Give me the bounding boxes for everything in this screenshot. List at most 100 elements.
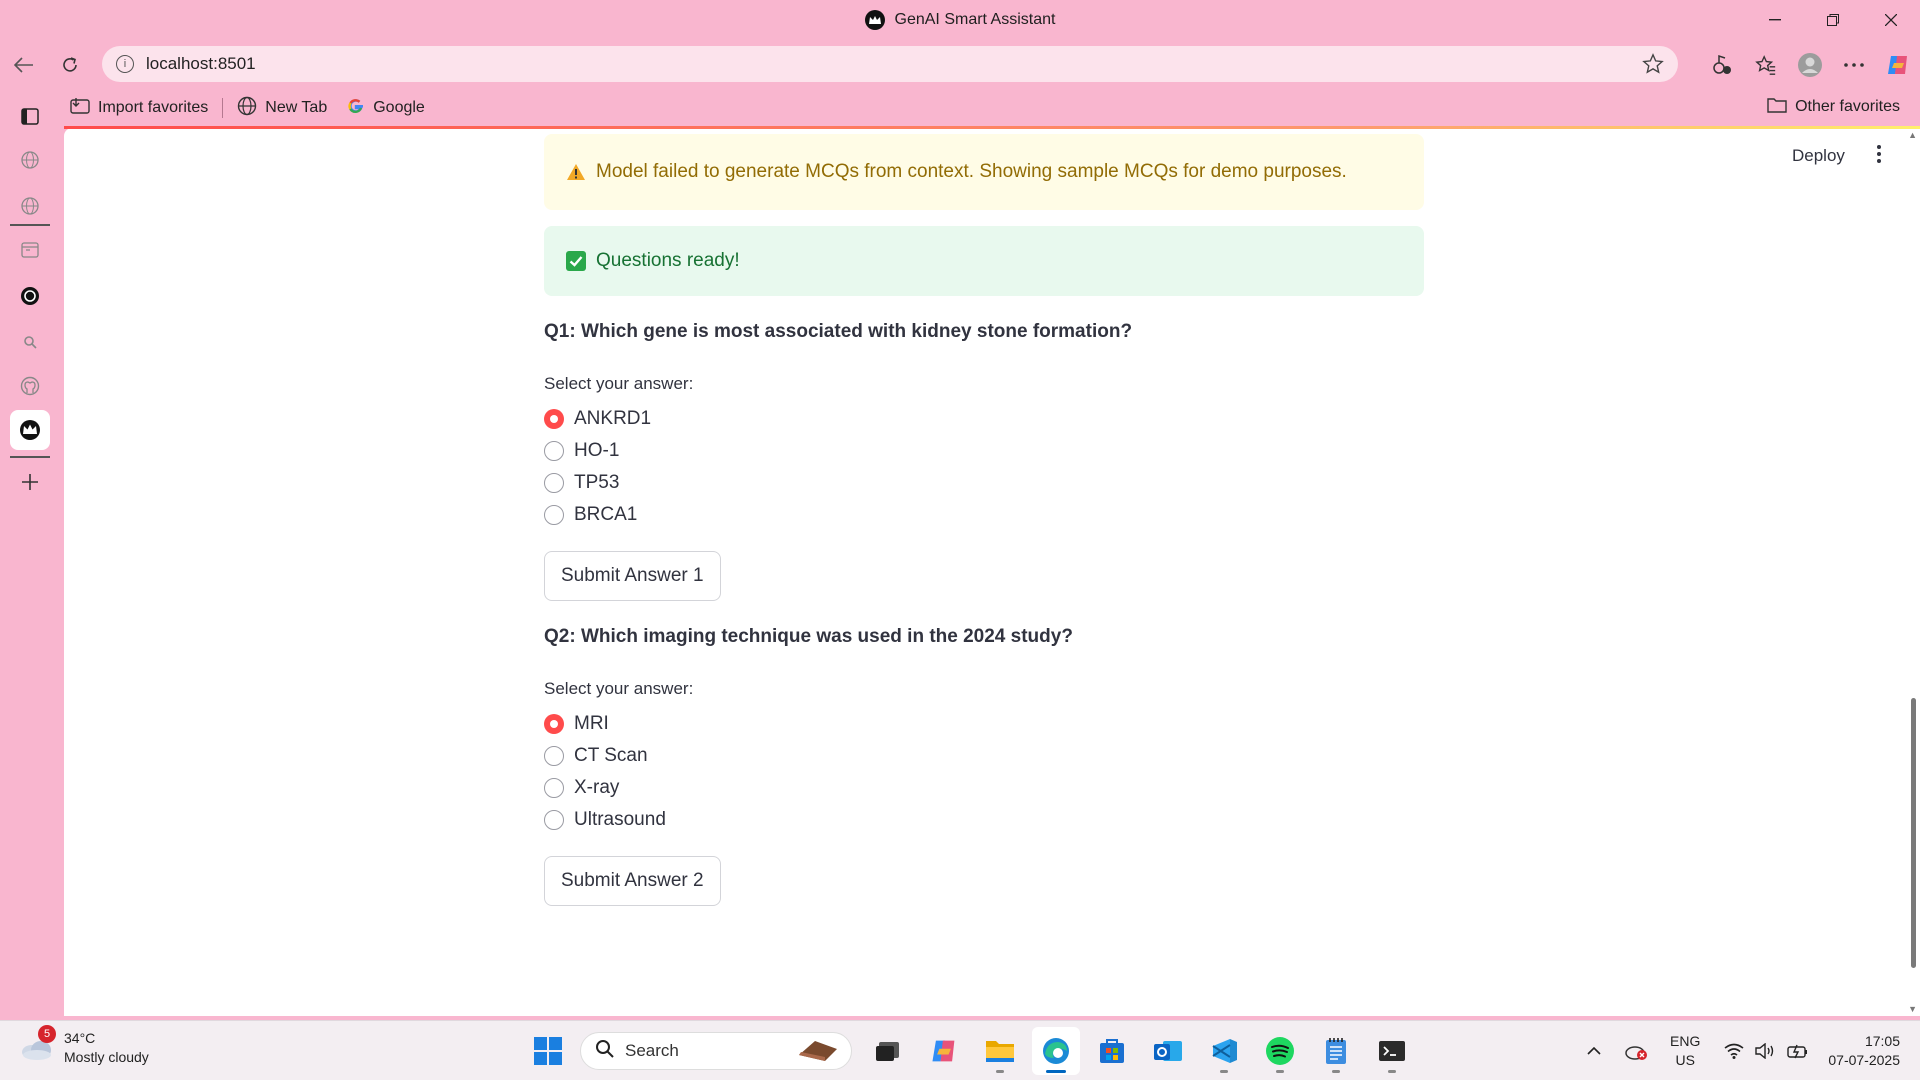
chevron-up-icon[interactable] bbox=[1578, 1047, 1610, 1055]
app-logo-icon bbox=[864, 10, 885, 30]
favorite-google[interactable]: Google bbox=[337, 93, 435, 123]
microsoft-store-icon[interactable] bbox=[1088, 1027, 1136, 1075]
radio-option[interactable]: BRCA1 bbox=[544, 501, 637, 529]
url-text: localhost:8501 bbox=[146, 54, 256, 73]
tab-github-icon[interactable] bbox=[10, 366, 50, 406]
radio-option[interactable]: CT Scan bbox=[544, 742, 648, 770]
cloud-icon: 5 bbox=[20, 1025, 56, 1061]
tab-streamlit-app-icon[interactable] bbox=[10, 410, 50, 450]
favorite-import[interactable]: Import favorites bbox=[60, 93, 218, 123]
radio-option[interactable]: ANKRD1 bbox=[544, 405, 651, 433]
warning-text: Model failed to generate MCQs from conte… bbox=[596, 161, 1347, 182]
radio-option[interactable]: X-ray bbox=[544, 774, 619, 802]
taskbar-clock[interactable]: 17:05 07-07-2025 bbox=[1828, 1032, 1900, 1070]
favorites-icon[interactable] bbox=[1744, 45, 1788, 85]
favorite-label: Google bbox=[373, 99, 425, 116]
weather-condition: Mostly cloudy bbox=[64, 1049, 149, 1065]
radio-option[interactable]: HO-1 bbox=[544, 437, 619, 465]
favorite-label: Import favorites bbox=[98, 99, 209, 116]
refresh-button[interactable] bbox=[50, 45, 90, 85]
onedrive-error-icon[interactable] bbox=[1620, 1042, 1652, 1060]
favorite-star-icon[interactable] bbox=[1642, 53, 1664, 80]
search-highlight-icon bbox=[795, 1035, 841, 1068]
weather-widget[interactable]: 5 34°C Mostly cloudy bbox=[20, 1025, 149, 1067]
warning-icon bbox=[566, 163, 588, 181]
radio-selected[interactable] bbox=[544, 714, 564, 734]
copilot-taskbar-icon[interactable] bbox=[920, 1027, 968, 1075]
site-info-icon[interactable]: i bbox=[116, 55, 134, 73]
option-label: MRI bbox=[574, 713, 609, 734]
weather-temp: 34°C bbox=[64, 1030, 96, 1046]
windows-taskbar: 5 34°C Mostly cloudy Search ENG US 17:05… bbox=[0, 1020, 1920, 1080]
radio-unselected[interactable] bbox=[544, 746, 564, 766]
input-language[interactable]: ENG US bbox=[1670, 1032, 1700, 1070]
option-label: X-ray bbox=[574, 777, 620, 798]
close-window-button[interactable] bbox=[1862, 0, 1920, 40]
google-icon bbox=[347, 97, 365, 120]
search-placeholder: Search bbox=[625, 1041, 679, 1060]
spotify-icon[interactable] bbox=[1256, 1027, 1304, 1075]
favorite-label: New Tab bbox=[265, 99, 328, 116]
import-icon bbox=[70, 97, 90, 120]
option-label: Ultrasound bbox=[574, 809, 666, 830]
answer-prompt: Select your answer: bbox=[544, 679, 694, 698]
edge-browser-icon[interactable] bbox=[1032, 1027, 1080, 1075]
other-favorites[interactable]: Other favorites bbox=[1757, 92, 1910, 122]
navigation-bar: i localhost:8501 bbox=[0, 44, 1920, 86]
volume-icon[interactable] bbox=[1750, 1043, 1782, 1059]
system-tray: ENG US 17:05 07-07-2025 bbox=[1578, 1021, 1920, 1080]
main-menu-icon[interactable] bbox=[1869, 142, 1889, 166]
more-options-icon[interactable] bbox=[1832, 45, 1876, 85]
tab-globe-icon[interactable] bbox=[10, 140, 50, 180]
vscode-icon[interactable] bbox=[1200, 1027, 1248, 1075]
tab-actions-icon[interactable] bbox=[10, 96, 50, 136]
battery-icon[interactable] bbox=[1782, 1043, 1814, 1059]
favorites-divider bbox=[222, 98, 224, 118]
scroll-up-arrow-icon[interactable]: ▲ bbox=[1908, 130, 1917, 140]
outlook-icon[interactable] bbox=[1144, 1027, 1192, 1075]
submit-answer-2-button[interactable]: Submit Answer 2 bbox=[544, 856, 721, 906]
browser-essentials-icon[interactable] bbox=[1700, 45, 1744, 85]
radio-selected[interactable] bbox=[544, 409, 564, 429]
tab-search-icon[interactable] bbox=[10, 322, 50, 362]
radio-unselected[interactable] bbox=[544, 778, 564, 798]
success-text: Questions ready! bbox=[596, 250, 740, 271]
tab-globe-icon[interactable] bbox=[10, 186, 50, 226]
radio-option[interactable]: TP53 bbox=[544, 469, 619, 497]
tab-calendar-icon[interactable] bbox=[10, 230, 50, 270]
clock-date: 07-07-2025 bbox=[1828, 1052, 1900, 1068]
terminal-icon[interactable] bbox=[1368, 1027, 1416, 1075]
profile-avatar-icon[interactable] bbox=[1788, 45, 1832, 85]
task-view-icon[interactable] bbox=[864, 1027, 912, 1075]
minimize-button[interactable] bbox=[1746, 0, 1804, 40]
radio-unselected[interactable] bbox=[544, 473, 564, 493]
submit-answer-1-button[interactable]: Submit Answer 1 bbox=[544, 551, 721, 601]
wifi-icon[interactable] bbox=[1718, 1043, 1750, 1059]
new-tab-plus-icon[interactable] bbox=[10, 462, 50, 502]
radio-option[interactable]: MRI bbox=[544, 710, 609, 738]
tab-chatgpt-icon[interactable] bbox=[10, 276, 50, 316]
copilot-icon[interactable] bbox=[1876, 45, 1920, 85]
deploy-button[interactable]: Deploy bbox=[1792, 146, 1845, 166]
taskbar-search[interactable]: Search bbox=[580, 1032, 852, 1070]
globe-icon bbox=[237, 96, 257, 121]
region-code: US bbox=[1675, 1052, 1695, 1068]
title-bar: GenAI Smart Assistant bbox=[0, 0, 1920, 40]
address-bar[interactable]: i localhost:8501 bbox=[102, 46, 1678, 82]
option-label: CT Scan bbox=[574, 745, 648, 766]
question-title: Q1: Which gene is most associated with k… bbox=[544, 321, 1133, 342]
file-explorer-icon[interactable] bbox=[976, 1027, 1024, 1075]
scroll-down-arrow-icon[interactable]: ▼ bbox=[1908, 1004, 1917, 1014]
notepad-icon[interactable] bbox=[1312, 1027, 1360, 1075]
radio-unselected[interactable] bbox=[544, 505, 564, 525]
restore-button[interactable] bbox=[1804, 0, 1862, 40]
favorite-new-tab[interactable]: New Tab bbox=[227, 93, 337, 123]
radio-option[interactable]: Ultrasound bbox=[544, 806, 666, 834]
radio-unselected[interactable] bbox=[544, 810, 564, 830]
start-button[interactable] bbox=[524, 1027, 572, 1075]
radio-unselected[interactable] bbox=[544, 441, 564, 461]
scrollbar-thumb[interactable] bbox=[1911, 698, 1916, 968]
other-favorites-label: Other favorites bbox=[1795, 98, 1900, 115]
back-button[interactable] bbox=[4, 45, 44, 85]
page-scrollbar[interactable]: ▲ ▼ bbox=[1906, 128, 1920, 1016]
